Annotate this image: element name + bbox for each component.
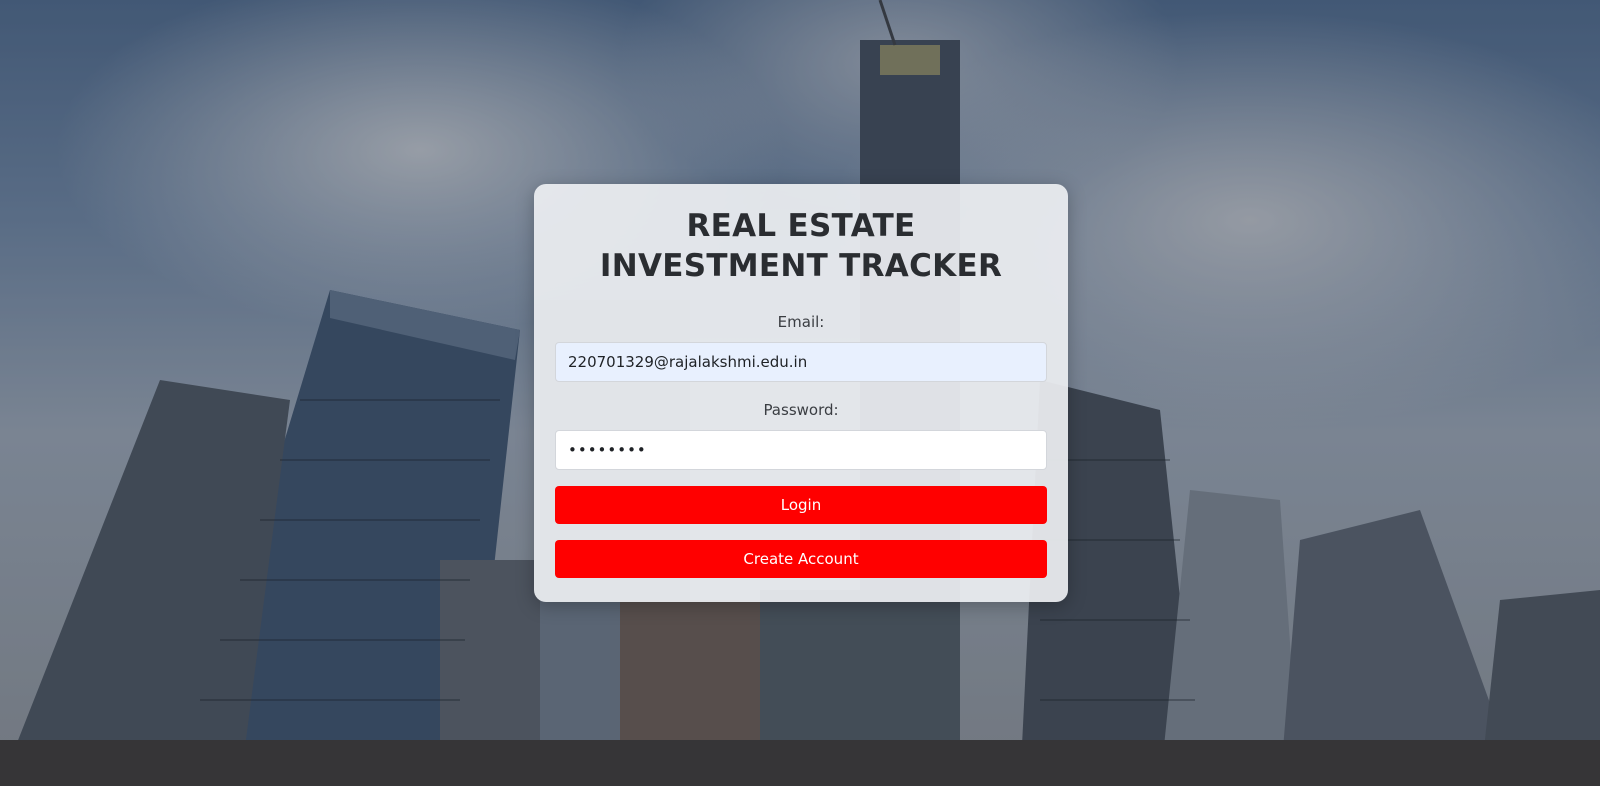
password-field[interactable]: •••••••• bbox=[555, 430, 1047, 470]
login-card: REAL ESTATE INVESTMENT TRACKER Email: 22… bbox=[534, 184, 1068, 602]
login-button[interactable]: Login bbox=[555, 486, 1047, 524]
create-account-button[interactable]: Create Account bbox=[555, 540, 1047, 578]
email-label: Email: bbox=[777, 313, 825, 331]
password-label: Password: bbox=[763, 401, 839, 419]
page-title: REAL ESTATE INVESTMENT TRACKER bbox=[599, 208, 1003, 284]
email-field[interactable]: 220701329@rajalakshmi.edu.in bbox=[555, 342, 1047, 382]
